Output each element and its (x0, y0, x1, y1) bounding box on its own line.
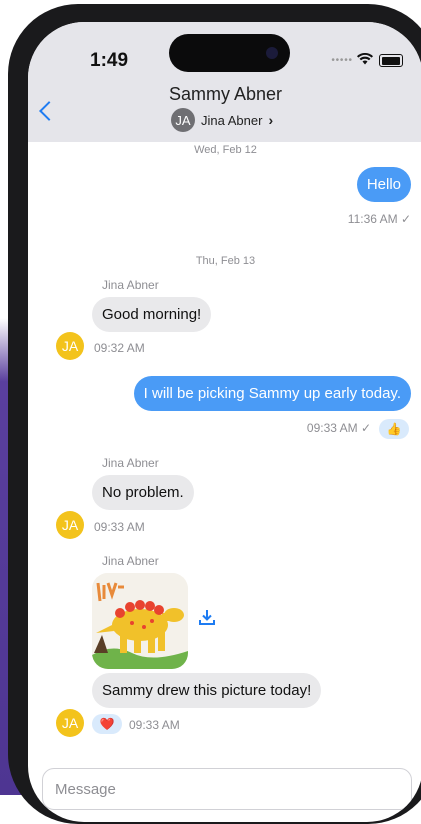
message-timestamp: 09:33 AM (94, 520, 145, 534)
reaction-badge[interactable]: ❤️ (92, 714, 122, 734)
chat-header: 1:49 • • • • • Sammy Abner JA Jina Abner… (28, 22, 421, 142)
chat-title[interactable]: Sammy Abner (28, 84, 421, 105)
reaction-badge[interactable]: 👍 (379, 419, 409, 439)
date-divider: Wed, Feb 12 (194, 144, 257, 156)
date-divider: Thu, Feb 13 (195, 255, 256, 267)
incoming-message[interactable]: Good morning! (92, 297, 212, 332)
wifi-icon (357, 52, 373, 69)
dynamic-island (169, 34, 290, 72)
status-time: 1:49 (90, 50, 129, 71)
sender-avatar: JA (56, 511, 84, 539)
battery-icon (379, 54, 403, 67)
incoming-message[interactable]: No problem. (92, 475, 194, 510)
shared-image[interactable] (92, 573, 188, 669)
message-timestamp: 09:33 AM ✓ (306, 421, 371, 435)
message-input[interactable] (43, 769, 411, 809)
outgoing-message[interactable]: I will be picking Sammy up early today. (133, 376, 411, 411)
outgoing-message[interactable]: Hello (356, 167, 411, 202)
message-composer[interactable] (42, 768, 412, 810)
contact-subtitle[interactable]: JA Jina Abner › (171, 108, 273, 132)
sender-avatar: JA (56, 709, 84, 737)
message-timestamp: 11:36 AM ✓ (347, 212, 411, 226)
contact-avatar: JA (171, 108, 195, 132)
sender-name: Jina Abner (102, 278, 159, 292)
camera-dot (266, 47, 278, 59)
sender-name: Jina Abner (102, 456, 159, 470)
incoming-message[interactable]: Sammy drew this picture today! (92, 673, 322, 708)
download-icon[interactable] (198, 608, 216, 631)
sender-avatar: JA (56, 332, 84, 360)
signal-icon: • • • • • (331, 55, 352, 66)
phone-frame: 1:49 • • • • • Sammy Abner JA Jina Abner… (8, 4, 421, 824)
message-timestamp: 09:33 AM (129, 718, 180, 732)
sender-name: Jina Abner (102, 554, 159, 568)
contact-name: Jina Abner (201, 112, 263, 128)
chevron-right-icon: › (268, 112, 274, 128)
status-icons: • • • • • (331, 52, 403, 69)
chat-screen: 1:49 • • • • • Sammy Abner JA Jina Abner… (28, 22, 421, 822)
message-timestamp: 09:32 AM (94, 341, 145, 355)
